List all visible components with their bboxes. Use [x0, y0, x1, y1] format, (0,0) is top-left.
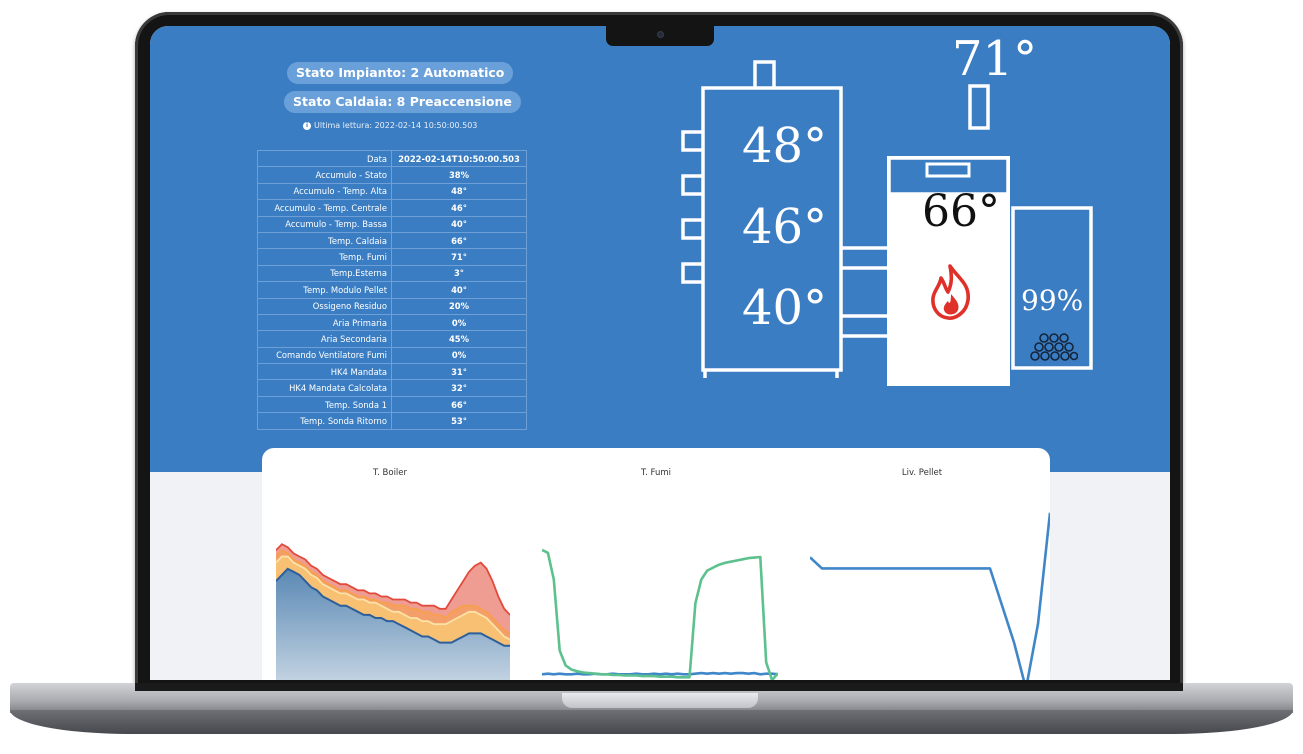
table-row: Ossigeno Residuo 20%	[257, 297, 527, 315]
table-key: Accumulo - Temp. Centrale	[257, 199, 392, 217]
camera-notch	[606, 26, 714, 46]
table-key: Accumulo - Temp. Bassa	[257, 215, 392, 233]
info-icon: i	[303, 121, 311, 130]
table-value: 46°	[391, 199, 527, 217]
table-value: 38%	[391, 166, 527, 184]
table-key: Accumulo - Stato	[257, 166, 392, 184]
chart-title-boiler: T. Boiler	[372, 468, 408, 478]
table-row: HK4 Mandata Calcolata 32°	[257, 379, 527, 397]
accumulo-ports	[681, 130, 703, 284]
fumi-series-line-0	[542, 671, 778, 676]
last-reading-text: Ultima lettura: 2022-02-14 10:50:00.503	[314, 121, 478, 130]
pellet-level: 99%	[1021, 284, 1084, 317]
chart-pellet	[810, 512, 1050, 680]
table-row: Temp.Esterna 3°	[257, 264, 527, 283]
table-row: Accumulo - Temp. Bassa 40°	[257, 215, 527, 233]
table-key: Aria Primaria	[257, 313, 392, 332]
table-row: Accumulo - Stato 38%	[257, 166, 527, 184]
table-value: 71°	[391, 248, 527, 266]
table-value: 20%	[391, 297, 527, 315]
table-value: 66°	[391, 395, 527, 414]
table-key: Data	[257, 149, 392, 168]
table-key: Temp. Fumi	[257, 248, 392, 266]
table-key: Comando Ventilatore Fumi	[257, 346, 392, 365]
table-key: Temp. Sonda 1	[257, 395, 392, 414]
table-row: Accumulo - Temp. Alta 48°	[257, 182, 527, 201]
table-value: 32°	[391, 379, 527, 397]
caldaia-temp: 66°	[922, 186, 1000, 237]
table-value: 48°	[391, 182, 527, 201]
flame-icon	[931, 264, 970, 320]
hero-section: Stato Impianto: 2 Automatico Stato Calda…	[150, 26, 1170, 472]
table-key: Temp. Modulo Pellet	[257, 281, 392, 299]
accumulo-temp-low: 40°	[742, 280, 828, 336]
table-key: HK4 Mandata Calcolata	[257, 379, 392, 397]
table-row: Aria Primaria 0%	[257, 313, 527, 332]
table-row: Data 2022-02-14T10:50:00.503	[257, 149, 527, 168]
table-row: HK4 Mandata 31°	[257, 363, 527, 381]
screen: Stato Impianto: 2 Automatico Stato Calda…	[150, 26, 1170, 680]
table-value: 66°	[391, 231, 527, 250]
fumi-temp: 71°	[952, 31, 1038, 87]
table-row: Temp. Sonda Ritorno 53°	[257, 412, 527, 430]
hinge	[135, 683, 1183, 691]
accumulo-temp-mid: 46°	[742, 199, 828, 255]
table-row: Temp. Caldaia 66°	[257, 231, 527, 250]
laptop-base	[0, 683, 1303, 754]
table-value: 0%	[391, 313, 527, 332]
fumi-series-line-1	[542, 548, 778, 680]
readings-table: Data 2022-02-14T10:50:00.503 Accumulo - St…	[257, 149, 527, 430]
table-key: Temp. Sonda Ritorno	[257, 412, 392, 430]
webcam-icon	[657, 31, 664, 38]
connection-pipes	[841, 246, 887, 338]
fumi-chimney	[968, 84, 990, 130]
table-row: Temp. Sonda 1 66°	[257, 395, 527, 414]
stato-caldaia-badge: Stato Caldaia: 8 Preaccensione	[284, 91, 521, 113]
table-key: Temp. Caldaia	[257, 231, 392, 250]
table-value: 40°	[391, 281, 527, 299]
chart-fumi	[542, 548, 778, 680]
stato-impianto-badge: Stato Impianto: 2 Automatico	[287, 62, 514, 84]
table-value: 2022-02-14T10:50:00.503	[391, 149, 527, 168]
table-row: Temp. Fumi 71°	[257, 248, 527, 266]
chart-boiler	[276, 543, 510, 680]
chart-title-fumi: T. Fumi	[640, 468, 672, 478]
table-value: 45%	[391, 330, 527, 348]
table-key: Aria Secondaria	[257, 330, 392, 348]
table-value: 40°	[391, 215, 527, 233]
lid-opening-notch	[562, 693, 758, 708]
last-reading: i Ultima lettura: 2022-02-14 10:50:00.503	[303, 121, 477, 130]
table-row: Temp. Modulo Pellet 40°	[257, 281, 527, 299]
table-row: Comando Ventilatore Fumi 0%	[257, 346, 527, 365]
table-key: Accumulo - Temp. Alta	[257, 182, 392, 201]
base-bottom	[10, 710, 1293, 734]
pellet-icon	[1030, 333, 1078, 361]
table-key: Temp.Esterna	[257, 264, 392, 283]
table-key: HK4 Mandata	[257, 363, 392, 381]
table-key: Ossigeno Residuo	[257, 297, 392, 315]
table-value: 0%	[391, 346, 527, 365]
accumulo-temp-high: 48°	[742, 118, 828, 174]
table-value: 53°	[391, 412, 527, 430]
table-value: 31°	[391, 363, 527, 381]
pellet-series-line-0	[810, 512, 1050, 680]
charts-panel: T. Boiler T. Fumi Liv. Pellet	[262, 448, 1050, 680]
accumulo-top-pipe	[753, 60, 776, 88]
table-value: 3°	[391, 264, 527, 283]
chart-title-pellet: Liv. Pellet	[901, 468, 943, 478]
table-row: Accumulo - Temp. Centrale 46°	[257, 199, 527, 217]
table-row: Aria Secondaria 45%	[257, 330, 527, 348]
